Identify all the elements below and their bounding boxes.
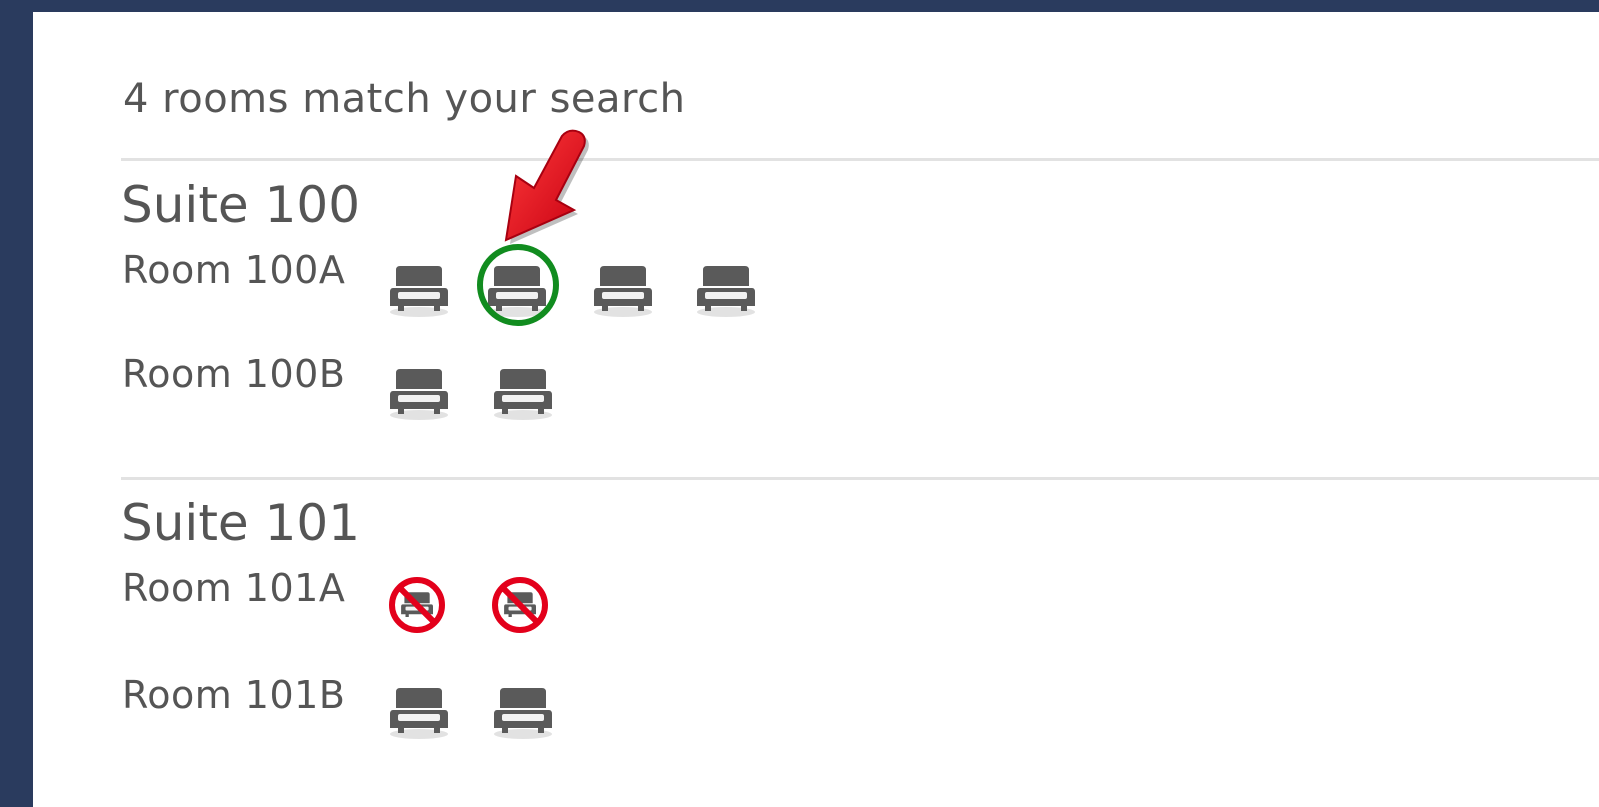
suite-title: Suite 100 [121, 176, 361, 234]
suite-title: Suite 101 [121, 494, 361, 552]
suite-divider [121, 477, 1599, 480]
bed-icon[interactable] [486, 260, 548, 320]
result-count-text: 4 rooms match your search [123, 76, 686, 122]
bed-unavailable-icon [386, 574, 448, 634]
bed-icon[interactable] [492, 363, 554, 423]
room-label: Room 100A [122, 248, 346, 292]
suite-divider [121, 158, 1599, 161]
bed-icon[interactable] [388, 682, 450, 742]
search-results-panel: 4 rooms match your search Suite 100 Room… [33, 12, 1599, 807]
bed-icon[interactable] [492, 682, 554, 742]
red-arrow-icon [504, 129, 589, 244]
room-label: Room 100B [122, 352, 346, 396]
bed-icon[interactable] [695, 260, 757, 320]
bed-unavailable-icon [489, 574, 551, 634]
room-label: Room 101A [122, 566, 346, 610]
bed-icon[interactable] [388, 363, 450, 423]
bed-icon[interactable] [592, 260, 654, 320]
room-label: Room 101B [122, 673, 346, 717]
bed-icon[interactable] [388, 260, 450, 320]
